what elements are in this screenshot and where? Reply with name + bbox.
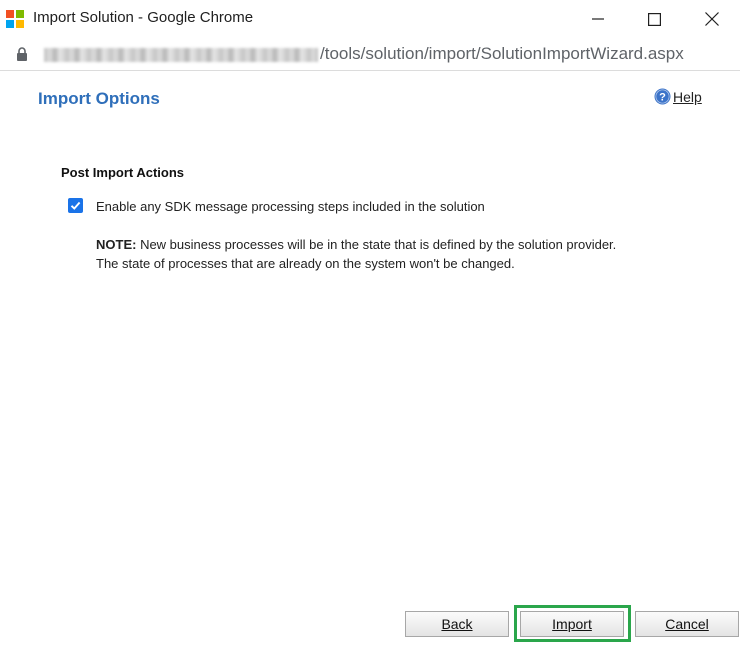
maximize-icon bbox=[647, 12, 661, 26]
page-title: Import Options bbox=[38, 89, 160, 108]
help-icon: ? bbox=[654, 88, 671, 105]
address-bar[interactable]: /tools/solution/import/SolutionImportWiz… bbox=[0, 38, 740, 71]
checkmark-icon bbox=[70, 201, 81, 210]
browser-window: Import Solution - Google Chrome /tools/s… bbox=[0, 0, 740, 645]
url-path: /tools/solution/import/SolutionImportWiz… bbox=[320, 44, 684, 63]
microsoft-logo-icon bbox=[6, 10, 24, 28]
minimize-button[interactable] bbox=[570, 0, 626, 38]
close-button[interactable] bbox=[684, 0, 740, 38]
help-link[interactable]: ? Help bbox=[654, 88, 702, 105]
back-button[interactable]: Back bbox=[405, 611, 509, 637]
back-button-label: Back bbox=[441, 616, 473, 632]
svg-text:?: ? bbox=[659, 92, 666, 104]
import-button-label: Import bbox=[552, 616, 592, 632]
close-icon bbox=[705, 12, 719, 26]
sdk-steps-checkbox-label: Enable any SDK message processing steps … bbox=[96, 199, 485, 214]
note-line-2: The state of processes that are already … bbox=[96, 256, 515, 271]
note-line-1: New business processes will be in the st… bbox=[136, 237, 617, 252]
import-button[interactable]: Import bbox=[520, 611, 624, 637]
minimize-icon bbox=[592, 18, 604, 20]
sdk-steps-checkbox[interactable] bbox=[68, 198, 83, 213]
window-title: Import Solution - Google Chrome bbox=[33, 9, 254, 26]
maximize-button[interactable] bbox=[626, 0, 682, 38]
cancel-button[interactable]: Cancel bbox=[635, 611, 739, 637]
cancel-button-label: Cancel bbox=[665, 616, 709, 632]
lock-icon bbox=[17, 47, 27, 61]
help-label: Help bbox=[673, 88, 702, 105]
section-heading: Post Import Actions bbox=[61, 165, 185, 180]
note-text: NOTE: New business processes will be in … bbox=[96, 235, 696, 273]
note-prefix: NOTE: bbox=[96, 237, 137, 252]
url-domain-redacted bbox=[44, 48, 318, 62]
title-bar: Import Solution - Google Chrome bbox=[0, 0, 740, 38]
